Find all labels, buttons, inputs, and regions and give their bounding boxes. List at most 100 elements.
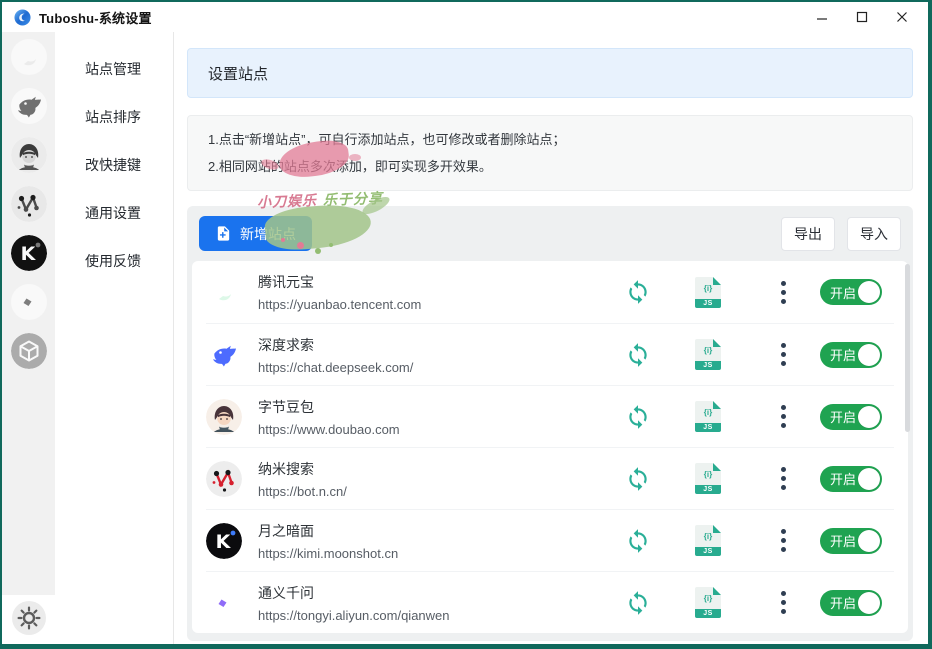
site-enabled-toggle[interactable]: 开启 bbox=[820, 279, 882, 305]
svg-text:K: K bbox=[216, 531, 232, 553]
site-url: https://chat.deepseek.com/ bbox=[258, 360, 606, 375]
nav-item-1[interactable]: 站点排序 bbox=[55, 93, 173, 141]
row-menu-button[interactable] bbox=[746, 529, 820, 552]
row-menu-button[interactable] bbox=[746, 591, 820, 614]
js-script-button[interactable]: {i} JS bbox=[670, 587, 746, 618]
toggle-label: 开启 bbox=[830, 469, 856, 488]
site-icon bbox=[206, 337, 242, 373]
toggle-knob bbox=[858, 344, 880, 366]
refresh-site-button[interactable] bbox=[606, 279, 670, 305]
svg-text:K: K bbox=[20, 243, 36, 265]
js-script-button[interactable]: {i} JS bbox=[670, 277, 746, 308]
sidebar-app-icon-nano[interactable] bbox=[11, 186, 47, 222]
nav-menu: 站点管理站点排序改快捷键通用设置使用反馈 bbox=[55, 32, 174, 644]
sidebar-app-icon-yuanbao[interactable] bbox=[11, 39, 47, 75]
instruction-line: 2.相同网站的站点多次添加，即可实现多开效果。 bbox=[208, 153, 892, 180]
site-enabled-toggle[interactable]: 开启 bbox=[820, 342, 882, 368]
site-enabled-toggle[interactable]: 开启 bbox=[820, 404, 882, 430]
scrollbar-thumb[interactable] bbox=[905, 264, 910, 432]
toggle-label: 开启 bbox=[830, 345, 856, 364]
js-file-icon: {i} JS bbox=[695, 339, 721, 370]
site-url: https://kimi.moonshot.cn bbox=[258, 546, 606, 561]
refresh-site-button[interactable] bbox=[606, 466, 670, 492]
site-enabled-toggle[interactable]: 开启 bbox=[820, 528, 882, 554]
app-logo-icon bbox=[14, 9, 31, 26]
settings-gear-button[interactable] bbox=[12, 601, 46, 635]
instructions-box: 1.点击“新增站点”，可自行添加站点，也可修改或者删除站点；2.相同网站的站点多… bbox=[187, 115, 913, 191]
site-name: 腾讯元宝 bbox=[258, 272, 606, 292]
toggle-knob bbox=[858, 406, 880, 428]
refresh-site-button[interactable] bbox=[606, 528, 670, 554]
js-script-button[interactable]: {i} JS bbox=[670, 525, 746, 556]
site-list: 腾讯元宝 https://yuanbao.tencent.com {i} JS … bbox=[192, 261, 908, 633]
import-button[interactable]: 导入 bbox=[847, 217, 901, 251]
toolbar: 新增站点 导出 导入 bbox=[192, 213, 908, 261]
js-file-icon: {i} JS bbox=[695, 587, 721, 618]
kebab-menu-icon bbox=[781, 591, 786, 614]
add-site-button[interactable]: 新增站点 bbox=[199, 216, 312, 251]
kebab-menu-icon bbox=[781, 281, 786, 304]
toggle-label: 开启 bbox=[830, 593, 856, 612]
nav-item-0[interactable]: 站点管理 bbox=[55, 45, 173, 93]
site-icon: K bbox=[206, 523, 242, 559]
window-title: Tuboshu-系统设置 bbox=[39, 8, 152, 27]
site-icon bbox=[206, 461, 242, 497]
site-url: https://www.doubao.com bbox=[258, 422, 606, 437]
site-name: 纳米搜索 bbox=[258, 459, 606, 479]
row-menu-button[interactable] bbox=[746, 281, 820, 304]
sidebar-app-icon-cube[interactable] bbox=[11, 333, 47, 369]
sidebar-app-icon-kimi[interactable]: K bbox=[11, 235, 47, 271]
kebab-menu-icon bbox=[781, 343, 786, 366]
site-enabled-toggle[interactable]: 开启 bbox=[820, 590, 882, 616]
row-menu-button[interactable] bbox=[746, 467, 820, 490]
add-site-label: 新增站点 bbox=[240, 224, 296, 244]
add-document-icon bbox=[215, 225, 232, 242]
toggle-knob bbox=[858, 281, 880, 303]
refresh-icon bbox=[625, 466, 651, 492]
main-content: 设置站点 1.点击“新增站点”，可自行添加站点，也可修改或者删除站点；2.相同网… bbox=[174, 32, 928, 644]
app-window: Tuboshu-系统设置 bbox=[0, 0, 932, 649]
site-name: 月之暗面 bbox=[258, 521, 606, 541]
refresh-icon bbox=[625, 342, 651, 368]
refresh-icon bbox=[625, 528, 651, 554]
js-script-button[interactable]: {i} JS bbox=[670, 401, 746, 432]
site-name: 通义千问 bbox=[258, 583, 606, 603]
refresh-site-button[interactable] bbox=[606, 404, 670, 430]
toggle-label: 开启 bbox=[830, 283, 856, 302]
page-title: 设置站点 bbox=[187, 48, 913, 98]
export-button[interactable]: 导出 bbox=[781, 217, 835, 251]
site-row: 通义千问 https://tongyi.aliyun.com/qianwen {… bbox=[206, 571, 894, 633]
app-icon-list: K bbox=[11, 39, 47, 382]
site-icon bbox=[206, 399, 242, 435]
toggle-label: 开启 bbox=[830, 531, 856, 550]
nav-item-4[interactable]: 使用反馈 bbox=[55, 237, 173, 285]
refresh-icon bbox=[625, 590, 651, 616]
js-file-icon: {i} JS bbox=[695, 277, 721, 308]
maximize-button[interactable] bbox=[842, 4, 882, 30]
toggle-knob bbox=[858, 592, 880, 614]
site-icon bbox=[206, 274, 242, 310]
nav-item-2[interactable]: 改快捷键 bbox=[55, 141, 173, 189]
refresh-site-button[interactable] bbox=[606, 590, 670, 616]
site-enabled-toggle[interactable]: 开启 bbox=[820, 466, 882, 492]
js-script-button[interactable]: {i} JS bbox=[670, 339, 746, 370]
toggle-knob bbox=[858, 468, 880, 490]
sidebar-app-icon-doubao[interactable] bbox=[11, 137, 47, 173]
kebab-menu-icon bbox=[781, 467, 786, 490]
row-menu-button[interactable] bbox=[746, 405, 820, 428]
gear-icon bbox=[16, 605, 42, 631]
instruction-line: 1.点击“新增站点”，可自行添加站点，也可修改或者删除站点； bbox=[208, 126, 892, 153]
sidebar-app-icon-deepseek[interactable] bbox=[11, 88, 47, 124]
minimize-button[interactable] bbox=[802, 4, 842, 30]
close-button[interactable] bbox=[882, 4, 922, 30]
toggle-label: 开启 bbox=[830, 407, 856, 426]
site-url: https://yuanbao.tencent.com bbox=[258, 297, 606, 312]
row-menu-button[interactable] bbox=[746, 343, 820, 366]
js-script-button[interactable]: {i} JS bbox=[670, 463, 746, 494]
toggle-knob bbox=[858, 530, 880, 552]
nav-item-3[interactable]: 通用设置 bbox=[55, 189, 173, 237]
refresh-site-button[interactable] bbox=[606, 342, 670, 368]
app-icon-strip: K bbox=[2, 32, 55, 644]
refresh-icon bbox=[625, 279, 651, 305]
sidebar-app-icon-tongyi[interactable] bbox=[11, 284, 47, 320]
